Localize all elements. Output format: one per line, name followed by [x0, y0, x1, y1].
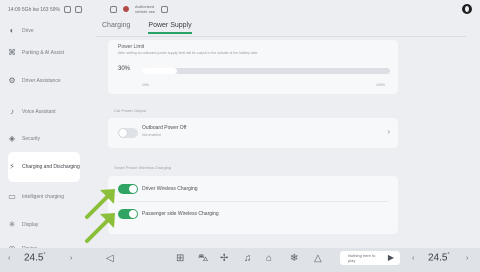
sidebar-item-label: Drive: [22, 28, 34, 34]
sidebar-item-charging[interactable]: ⚡ Charging and Discharging: [8, 152, 80, 182]
bottom-dock: ‹ 24.5° › ◁ ⊞ ⛍ ✢ ♫ ⌂ ❄ △ Nothing here t…: [0, 248, 480, 272]
parking-icon: ⌘: [8, 48, 16, 57]
fan-icon[interactable]: ✢: [220, 253, 228, 264]
volume-icon[interactable]: ◁: [106, 253, 114, 264]
outboard-power-card[interactable]: Outboard Power Off Not enabled ›: [108, 118, 398, 148]
alert-dot-icon: [123, 6, 129, 12]
apps-grid-icon[interactable]: ⊞: [176, 253, 184, 264]
vehicle-settings-screen: 14:09 5Gh kw 163 59% Authorized vehicle …: [0, 0, 480, 272]
sidebar-item-label: Security: [22, 136, 41, 142]
power-limit-min-label: 10%: [142, 83, 150, 87]
chevron-right-icon[interactable]: ›: [466, 255, 468, 262]
lock-icon: [110, 5, 117, 13]
charging-icon: ⚡: [9, 162, 15, 171]
power-limit-card: Power Limit After setting an outboard po…: [108, 40, 398, 94]
power-limit-title: Power Limit: [118, 44, 145, 50]
sidebar-item-security[interactable]: ◈ Security: [8, 124, 80, 154]
wireless-section-title: Smart Phone Wireless Charging: [114, 165, 172, 170]
toggle-knob: [129, 210, 137, 218]
bluetooth-icon: [74, 6, 82, 13]
sidebar-item-voice[interactable]: ♪ Voice Assistant: [8, 97, 80, 127]
power-limit-max-label: 100%: [376, 83, 385, 87]
status-center: Authorized vehicle use: [110, 4, 169, 14]
tab-power-supply[interactable]: Power Supply: [148, 22, 192, 34]
sidebar-item-driver-assistance[interactable]: ⚙ Driver Assistance: [8, 66, 80, 96]
home-icon[interactable]: ⌂: [266, 253, 272, 264]
sidebar-item-intelligent-charging[interactable]: ▭ Intelligent charging: [8, 182, 80, 212]
toggle-knob: [129, 185, 137, 193]
tab-divider: [96, 36, 466, 37]
navigation-icon[interactable]: △: [314, 253, 322, 264]
driver-assist-icon: ⚙: [8, 76, 16, 85]
steering-icon: ◐: [9, 26, 15, 35]
battery-icon: ▭: [8, 192, 16, 201]
sidebar-item-parking[interactable]: ⌘ Parking & AI Assist: [8, 38, 80, 68]
play-icon[interactable]: ▶: [388, 253, 394, 262]
temp-unit: °: [43, 252, 46, 258]
sidebar-item-label: Driver Assistance: [22, 78, 61, 84]
chevron-left-icon[interactable]: ‹: [8, 255, 10, 262]
media-text: Nothing here to play: [348, 253, 376, 263]
driver-temp-value: 24.5: [24, 252, 44, 264]
sidebar-item-label: Charging and Discharging: [22, 164, 80, 170]
power-limit-slider-fill: [142, 68, 177, 74]
settings-icon[interactable]: [161, 5, 169, 13]
status-time: 14:09 5Gh kw 163 59%: [8, 6, 60, 13]
power-limit-slider[interactable]: [142, 68, 390, 74]
passenger-temp-value: 24.5: [428, 252, 448, 264]
tab-bar: Charging Power Supply: [102, 22, 192, 34]
power-limit-description: After setting an outboard power supply l…: [118, 51, 258, 55]
sidebar-item-label: Voice Assistant: [22, 109, 56, 115]
row-divider: [118, 201, 388, 202]
network-icon: [63, 6, 71, 13]
settings-sidebar: ◐ Drive ⌘ Parking & AI Assist ⚙ Driver A…: [0, 18, 80, 253]
driver-temperature[interactable]: 24.5°: [24, 252, 45, 263]
status-left: 14:09 5Gh kw 163 59%: [8, 6, 82, 13]
voice-icon: ♪: [10, 107, 14, 116]
shield-icon: ◈: [8, 134, 16, 143]
status-notice-line2: vehicle use: [135, 9, 156, 14]
annotation-arrow-icon: [85, 213, 115, 243]
passenger-wireless-toggle[interactable]: [118, 209, 138, 219]
tab-charging[interactable]: Charging: [102, 22, 130, 34]
wireless-charging-card: Driver Wireless Charging Passenger side …: [108, 176, 398, 234]
profile-avatar-icon[interactable]: [462, 4, 472, 14]
passenger-temperature[interactable]: 24.5°: [428, 252, 449, 263]
brightness-icon: ✳: [8, 220, 16, 229]
outboard-power-toggle[interactable]: [118, 128, 138, 138]
music-icon[interactable]: ♫: [244, 253, 252, 264]
sidebar-item-label: Display: [22, 222, 39, 228]
toggle-knob: [119, 129, 127, 137]
outboard-power-subtitle: Not enabled: [142, 133, 161, 137]
temp-unit: °: [447, 252, 450, 258]
climate-icon[interactable]: ❄: [290, 253, 298, 264]
outboard-power-title: Outboard Power Off: [142, 125, 187, 131]
sidebar-item-label: Intelligent charging: [22, 194, 64, 200]
main-panel: Charging Power Supply Power Limit After …: [96, 18, 468, 248]
passenger-wireless-label: Passenger side Wireless Charging: [142, 211, 219, 217]
status-notice: Authorized vehicle use: [135, 4, 155, 14]
car-icon[interactable]: ⛍: [198, 253, 208, 266]
outlet-section-title: Car Power Output: [114, 108, 147, 113]
sidebar-item-label: Parking & AI Assist: [22, 50, 64, 56]
chevron-right-icon[interactable]: ›: [387, 127, 390, 136]
power-limit-value: 30%: [118, 66, 131, 72]
media-widget[interactable]: Nothing here to play ▶: [340, 251, 400, 265]
chevron-left-icon[interactable]: ‹: [412, 255, 414, 262]
chevron-right-icon[interactable]: ›: [70, 255, 72, 262]
driver-wireless-label: Driver Wireless Charging: [142, 186, 198, 192]
driver-wireless-toggle[interactable]: [118, 184, 138, 194]
